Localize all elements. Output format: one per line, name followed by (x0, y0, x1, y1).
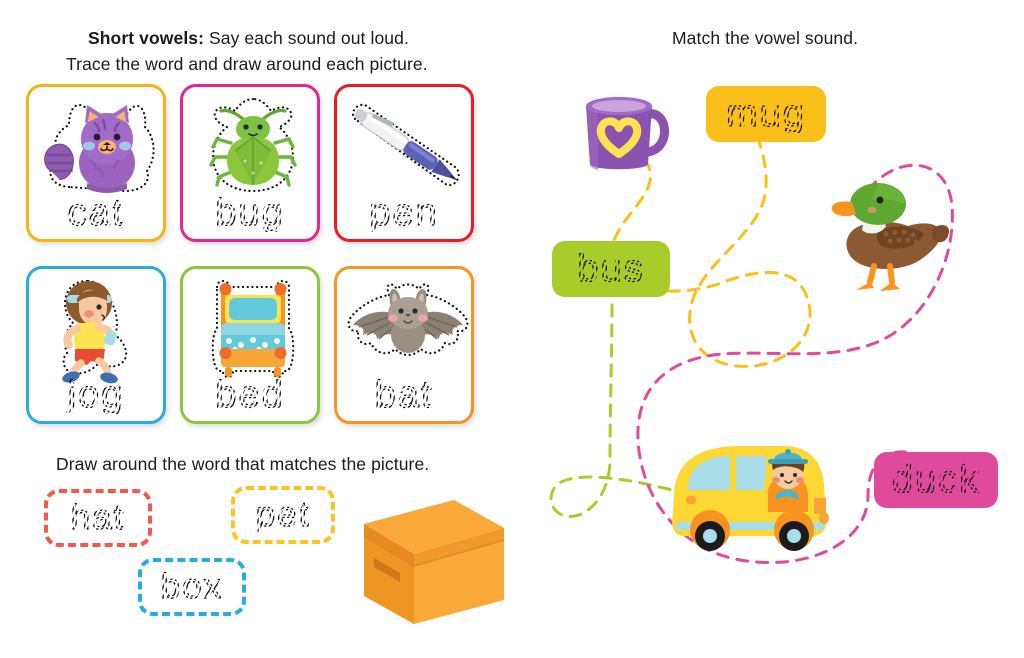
word-pill-mug[interactable]: mug (706, 86, 826, 142)
word-pill-duck-label: duck (891, 459, 981, 501)
picture-card-bed[interactable]: bed (180, 266, 320, 424)
picture-card-bat[interactable]: bat (334, 266, 474, 424)
card-word-bat: bat (374, 374, 434, 416)
left-heading-rest: Say each sound out loud. (204, 28, 409, 48)
word-pill-duck[interactable]: duck (874, 452, 998, 508)
card-word-pen: pen (369, 192, 439, 234)
card-word-bed: bed (215, 374, 285, 416)
purple-mug-illustration (568, 78, 680, 178)
cat-illustration (29, 91, 163, 199)
word-pill-bus[interactable]: bus (552, 241, 670, 297)
left-heading-line1: Short vowels: Say each sound out loud. (88, 26, 409, 51)
word-choice-hat-label: hat (70, 497, 126, 537)
pen-illustration (337, 91, 471, 199)
bat-illustration (337, 273, 471, 381)
word-pill-bus-label: bus (577, 248, 645, 290)
word-choice-box-label: box (160, 566, 224, 606)
picture-card-jog[interactable]: jog (26, 266, 166, 424)
worksheet-page: Short vowels: Say each sound out loud. T… (0, 0, 1024, 658)
card-word-cat: cat (67, 192, 125, 234)
word-choice-hat[interactable]: hat (44, 489, 152, 547)
left-heading-line2: Trace the word and draw around each pict… (66, 54, 428, 74)
mallard-duck-illustration (828, 178, 956, 294)
left-heading-bold: Short vowels: (88, 28, 205, 48)
orange-box-illustration (336, 488, 512, 634)
card-word-jog: jog (67, 374, 125, 416)
bug-illustration (183, 91, 317, 199)
bed-illustration (183, 273, 317, 381)
left-subheading: Draw around the word that matches the pi… (56, 454, 430, 474)
word-choice-box[interactable]: box (138, 558, 246, 616)
picture-card-pen[interactable]: pen (334, 84, 474, 242)
yellow-school-bus-illustration (664, 438, 844, 560)
picture-card-cat[interactable]: cat (26, 84, 166, 242)
jogger-illustration (29, 273, 163, 384)
picture-card-bug[interactable]: bug (180, 84, 320, 242)
word-choice-pet[interactable]: pet (231, 486, 335, 544)
word-choice-pet-label: pet (255, 494, 311, 534)
card-word-bug: bug (215, 192, 285, 234)
right-heading: Match the vowel sound. (672, 28, 859, 48)
word-pill-mug-label: mug (725, 93, 806, 135)
